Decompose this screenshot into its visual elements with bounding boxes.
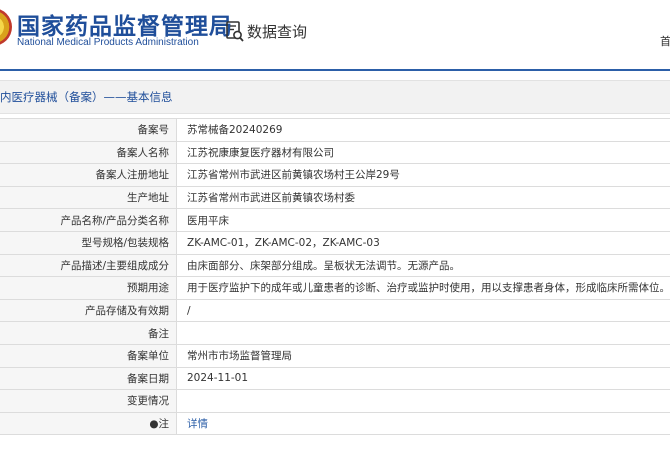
field-label: 型号规格/包装规格	[0, 231, 177, 255]
field-label: 生产地址	[0, 186, 177, 210]
field-value: ZK-AMC-01，ZK-AMC-02，ZK-AMC-03	[176, 231, 670, 255]
field-label: 备案日期	[0, 367, 177, 391]
field-label: 备案人名称	[0, 141, 177, 165]
site-title-cn[interactable]: 国家药品监督管理局	[17, 7, 233, 41]
field-label: 备案人注册地址	[0, 163, 177, 187]
basic-info-table: 备案号 苏常械备20240269 备案人名称 江苏祝康康复医疗器材有限公司 备案…	[0, 118, 670, 436]
table-row: ●注 详情	[0, 412, 670, 436]
table-row: 产品存储及有效期 /	[0, 299, 670, 323]
header-divider	[0, 69, 670, 71]
table-row: 型号规格/包装规格 ZK-AMC-01，ZK-AMC-02，ZK-AMC-03	[0, 231, 670, 255]
field-value: 江苏祝康康复医疗器材有限公司	[176, 141, 670, 165]
field-value: 2024-11-01	[176, 367, 670, 391]
site-title-en: National Medical Products Administration	[17, 37, 199, 48]
table-row: 预期用途 用于医疗监护下的成年或儿童患者的诊断、治疗或监护时使用，用以支撑患者身…	[0, 276, 670, 300]
table-row: 备案人注册地址 江苏省常州市武进区前黄镇农场村王公岸29号	[0, 163, 670, 187]
field-label: 备案单位	[0, 344, 177, 368]
field-label: 预期用途	[0, 276, 177, 300]
table-row: 备案人名称 江苏祝康康复医疗器材有限公司	[0, 141, 670, 165]
data-query-label: 数据查询	[247, 22, 308, 41]
field-label: 产品存储及有效期	[0, 299, 177, 323]
field-value: 用于医疗监护下的成年或儿童患者的诊断、治疗或监护时使用，用以支撑患者身体，形成临…	[176, 276, 670, 300]
field-value: 医用平床	[176, 208, 670, 232]
section-header: 内医疗器械（备案）——基本信息	[0, 80, 670, 114]
home-nav-link[interactable]: 首	[660, 33, 670, 49]
field-value: 苏常械备20240269	[176, 118, 670, 142]
section-title: 内医疗器械（备案）——基本信息	[0, 90, 173, 104]
field-label: 备案号	[0, 118, 177, 142]
site-header: 国家药品监督管理局 National Medical Products Admi…	[0, 0, 670, 70]
table-row: 生产地址 江苏省常州市武进区前黄镇农场村委	[0, 186, 670, 210]
field-value: 江苏省常州市武进区前黄镇农场村王公岸29号	[176, 163, 670, 187]
document-search-icon	[226, 21, 244, 42]
details-link[interactable]: 详情	[176, 412, 670, 436]
table-row: 产品名称/产品分类名称 医用平床	[0, 208, 670, 232]
field-label: 产品名称/产品分类名称	[0, 208, 177, 232]
field-value: 常州市市场监督管理局	[176, 344, 670, 368]
nmpa-emblem-logo[interactable]	[0, 8, 12, 46]
data-query-link[interactable]: 数据查询	[226, 18, 307, 44]
field-label: 变更情况	[0, 389, 177, 413]
table-row: 变更情况	[0, 389, 670, 413]
table-row: 备案号 苏常械备20240269	[0, 118, 670, 142]
field-value: /	[176, 299, 670, 323]
field-value	[176, 389, 670, 413]
table-row: 产品描述/主要组成成分 由床面部分、床架部分组成。呈板状无法调节。无源产品。	[0, 254, 670, 278]
field-value: 由床面部分、床架部分组成。呈板状无法调节。无源产品。	[176, 254, 670, 278]
field-value	[176, 321, 670, 345]
table-row: 备注	[0, 321, 670, 345]
field-value: 江苏省常州市武进区前黄镇农场村委	[176, 186, 670, 210]
field-label: 产品描述/主要组成成分	[0, 254, 177, 278]
table-row: 备案单位 常州市市场监督管理局	[0, 344, 670, 368]
field-label: ●注	[0, 412, 177, 436]
field-label: 备注	[0, 321, 177, 345]
table-row: 备案日期 2024-11-01	[0, 367, 670, 391]
